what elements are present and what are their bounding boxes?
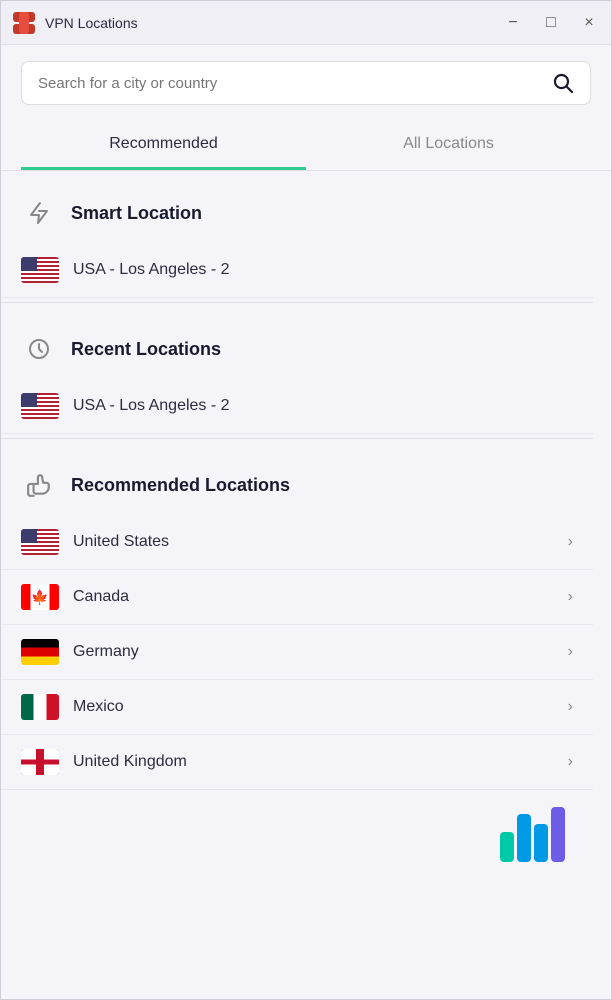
minimize-button[interactable]: − <box>503 13 523 33</box>
bar-2 <box>517 814 531 862</box>
location-name: Mexico <box>73 698 554 716</box>
tab-recommended[interactable]: Recommended <box>21 121 306 170</box>
bar-4 <box>551 807 565 862</box>
canada-flag <box>21 584 59 610</box>
uk-flag <box>21 749 59 775</box>
title-bar: VPN Locations − □ × <box>1 1 611 45</box>
list-item[interactable]: USA - Los Angeles - 2 <box>1 379 593 434</box>
window-controls: − □ × <box>503 13 599 33</box>
list-item[interactable]: Mexico › <box>1 680 593 735</box>
mexico-flag <box>21 694 59 720</box>
location-name: United States <box>73 533 554 551</box>
app-logo <box>13 12 35 34</box>
list-item[interactable]: USA - Los Angeles - 2 <box>1 243 593 298</box>
list-item[interactable]: Germany › <box>1 625 593 680</box>
location-name: Germany <box>73 643 554 661</box>
search-button[interactable] <box>552 72 574 94</box>
chevron-right-icon: › <box>568 533 573 551</box>
usa-flag <box>21 529 59 555</box>
search-box <box>21 61 591 105</box>
usa-flag <box>21 393 59 419</box>
location-name: USA - Los Angeles - 2 <box>73 397 573 415</box>
smart-location-title: Smart Location <box>71 203 202 224</box>
close-button[interactable]: × <box>579 13 599 33</box>
usa-flag <box>21 257 59 283</box>
recommended-locations-title: Recommended Locations <box>71 475 290 496</box>
search-input[interactable] <box>38 75 552 92</box>
tabs-container: Recommended All Locations <box>1 121 611 171</box>
clock-icon <box>21 331 57 367</box>
location-name: Canada <box>73 588 554 606</box>
bolt-icon <box>21 195 57 231</box>
recent-locations-title: Recent Locations <box>71 339 221 360</box>
locations-content[interactable]: Smart Location USA - Los Angeles - 2 Rec… <box>1 171 611 999</box>
germany-flag <box>21 639 59 665</box>
brand-bars <box>500 802 565 862</box>
recommended-locations-header: Recommended Locations <box>1 443 593 515</box>
window-title: VPN Locations <box>45 15 503 31</box>
list-item[interactable]: Canada › <box>1 570 593 625</box>
chevron-right-icon: › <box>568 753 573 771</box>
smart-location-header: Smart Location <box>1 171 593 243</box>
section-divider <box>1 302 593 303</box>
list-item[interactable]: United Kingdom › <box>1 735 593 790</box>
vpn-locations-window: VPN Locations − □ × Recommended All Loca… <box>0 0 612 1000</box>
location-name: United Kingdom <box>73 753 554 771</box>
chevron-right-icon: › <box>568 588 573 606</box>
search-icon <box>552 72 574 94</box>
bar-3 <box>534 824 548 862</box>
search-container <box>1 45 611 121</box>
thumbs-up-icon <box>21 467 57 503</box>
tab-all-locations[interactable]: All Locations <box>306 121 591 170</box>
chevron-right-icon: › <box>568 698 573 716</box>
section-divider <box>1 438 593 439</box>
recent-locations-header: Recent Locations <box>1 307 593 379</box>
list-item[interactable]: United States › <box>1 515 593 570</box>
location-name: USA - Los Angeles - 2 <box>73 261 573 279</box>
bottom-spacer <box>1 790 593 870</box>
bar-1 <box>500 832 514 862</box>
maximize-button[interactable]: □ <box>541 13 561 33</box>
chevron-right-icon: › <box>568 643 573 661</box>
